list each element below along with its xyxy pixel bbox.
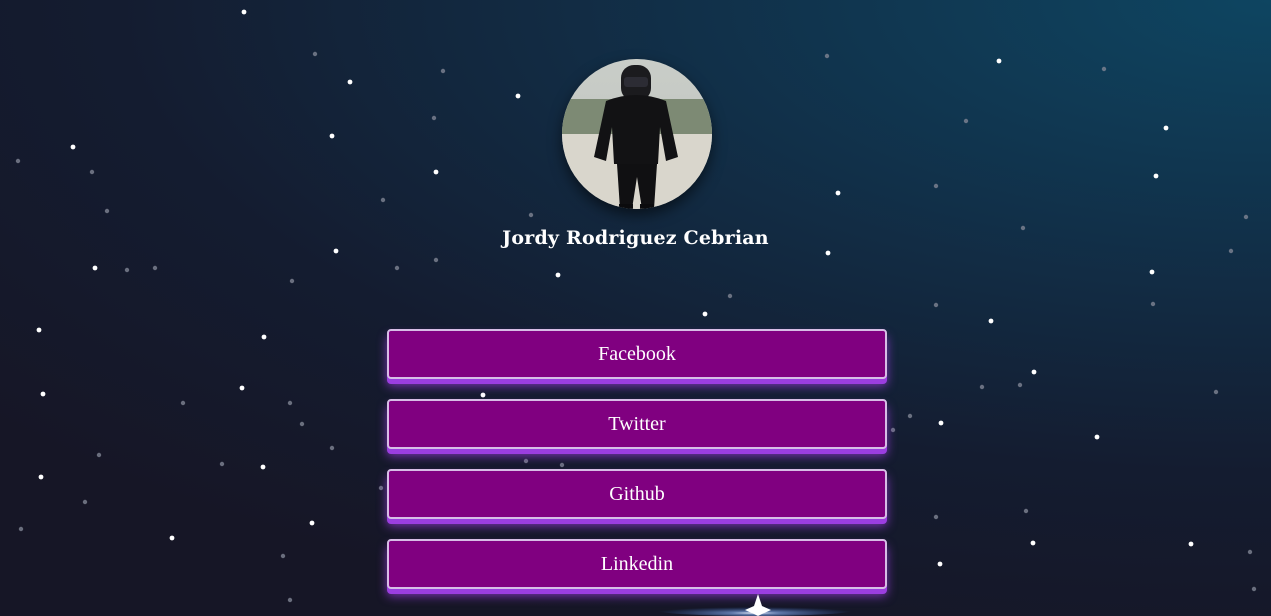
linkedin-button[interactable]: Linkedin (387, 539, 887, 589)
star (347, 79, 353, 85)
star (241, 9, 247, 15)
star (825, 250, 831, 256)
social-links: Facebook Twitter Github Linkedin (387, 329, 887, 609)
github-button[interactable]: Github (387, 469, 887, 519)
star (938, 420, 944, 426)
star (40, 391, 46, 397)
star (287, 597, 293, 603)
star (312, 51, 318, 57)
avatar-photo (562, 59, 712, 209)
star (38, 474, 44, 480)
star (287, 400, 293, 406)
star (15, 158, 21, 164)
star (180, 400, 186, 406)
star (515, 93, 521, 99)
star (1247, 549, 1253, 555)
star (528, 212, 534, 218)
star (824, 53, 830, 59)
star (988, 318, 994, 324)
star (1150, 301, 1156, 307)
profile-name: Jordy Rodriguez Cebrian (502, 227, 769, 249)
star (1228, 248, 1234, 254)
star (1243, 214, 1249, 220)
star (329, 133, 335, 139)
star (1030, 540, 1036, 546)
star (1149, 269, 1155, 275)
star (1023, 508, 1029, 514)
star (380, 197, 386, 203)
star (261, 334, 267, 340)
star (219, 461, 225, 467)
star (1251, 586, 1257, 592)
star (1163, 125, 1169, 131)
star (1153, 173, 1159, 179)
star (152, 265, 158, 271)
star (18, 526, 24, 532)
star (890, 427, 896, 433)
star (979, 384, 985, 390)
star (1213, 389, 1219, 395)
star (727, 293, 733, 299)
star (89, 169, 95, 175)
star (260, 464, 266, 470)
star (933, 183, 939, 189)
facebook-button[interactable]: Facebook (387, 329, 887, 379)
star (104, 208, 110, 214)
star (92, 265, 98, 271)
star (1094, 434, 1100, 440)
star (394, 265, 400, 271)
star (555, 272, 561, 278)
star (431, 115, 437, 121)
star (933, 514, 939, 520)
star (96, 452, 102, 458)
star (239, 385, 245, 391)
star (333, 248, 339, 254)
star (440, 68, 446, 74)
star (963, 118, 969, 124)
star (433, 257, 439, 263)
star (996, 58, 1002, 64)
star (907, 413, 913, 419)
star (835, 190, 841, 196)
star (1101, 66, 1107, 72)
star (309, 520, 315, 526)
bottom-glow-icon (655, 594, 855, 616)
star (36, 327, 42, 333)
star (169, 535, 175, 541)
star (299, 421, 305, 427)
star (82, 499, 88, 505)
star (378, 485, 384, 491)
star (1188, 541, 1194, 547)
star (937, 561, 943, 567)
star (124, 267, 130, 273)
star (1017, 382, 1023, 388)
star (329, 445, 335, 451)
star (933, 302, 939, 308)
star (70, 144, 76, 150)
twitter-button[interactable]: Twitter (387, 399, 887, 449)
star (702, 311, 708, 317)
avatar (562, 59, 712, 209)
star (1031, 369, 1037, 375)
star (289, 278, 295, 284)
star (280, 553, 286, 559)
star (433, 169, 439, 175)
